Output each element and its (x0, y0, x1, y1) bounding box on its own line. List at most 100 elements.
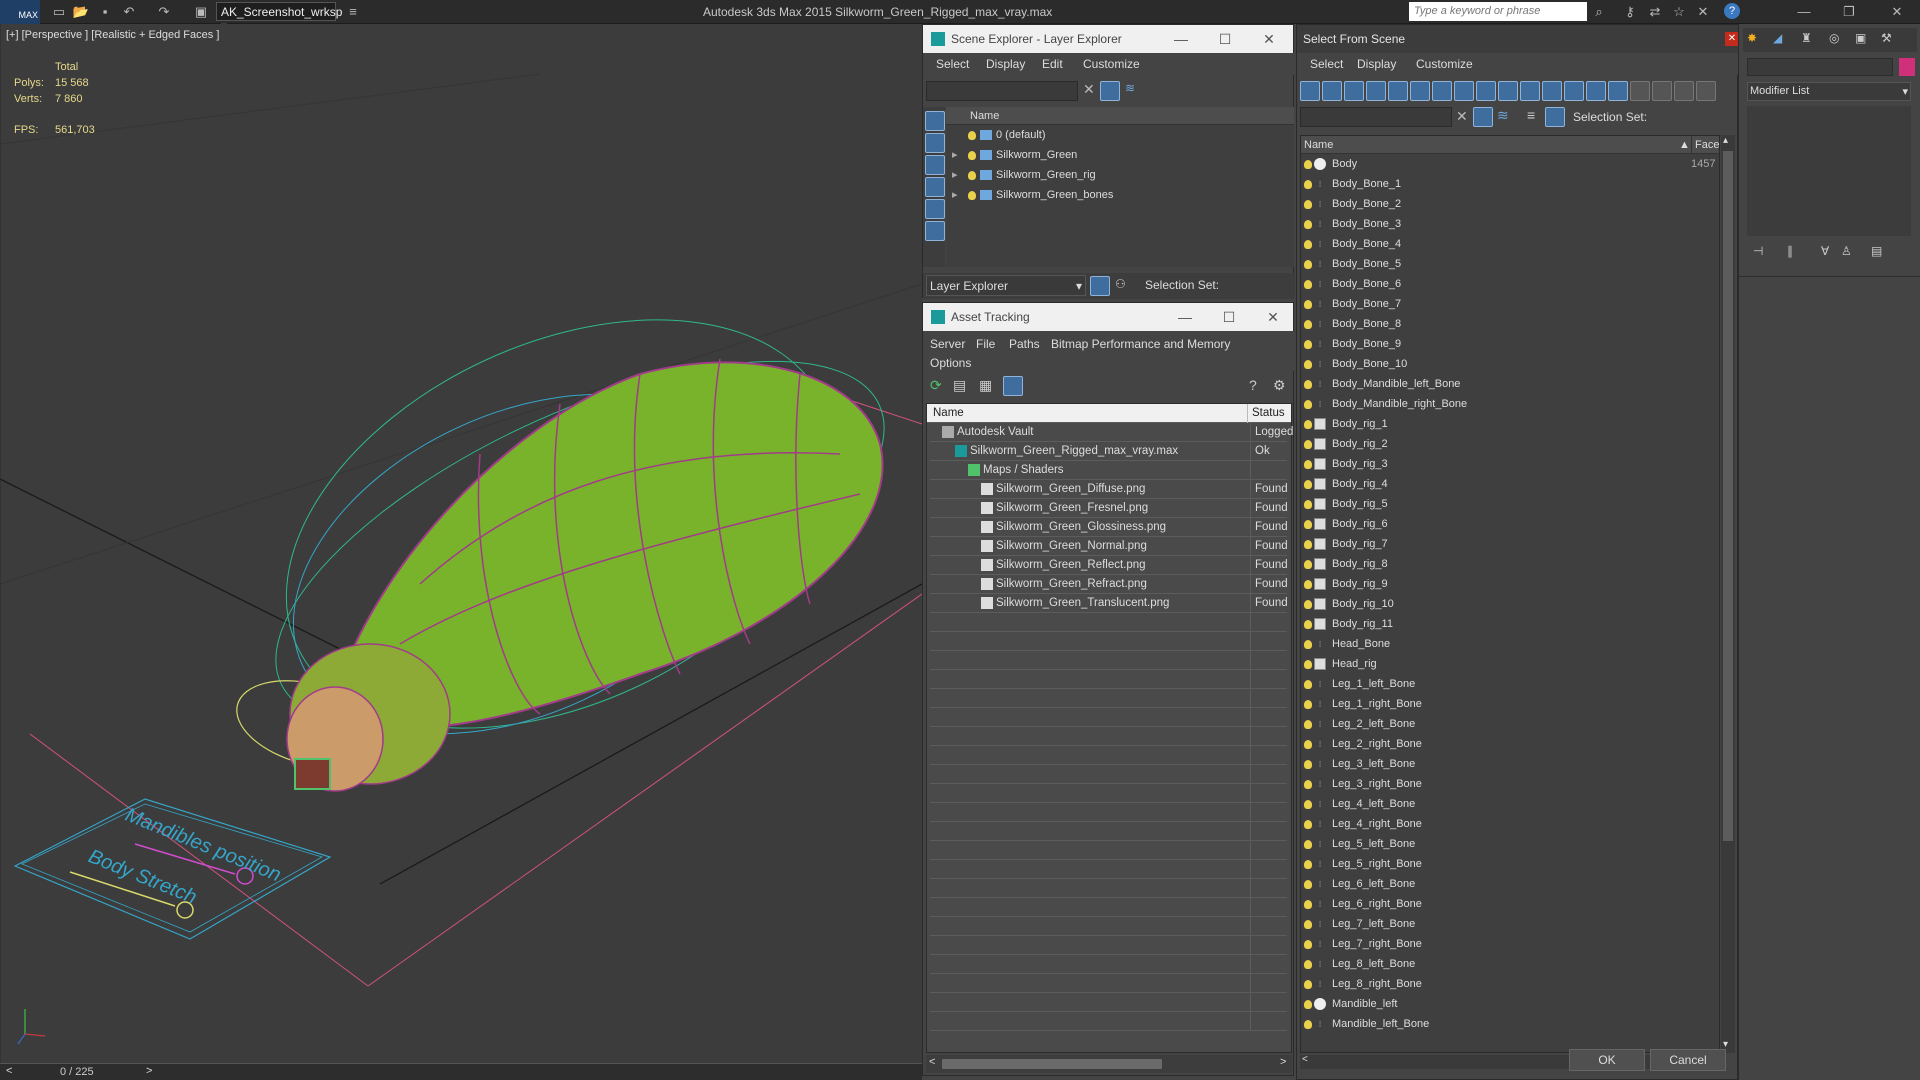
scene-object-row[interactable]: ⁝ Leg_4_right_Bone (1301, 814, 1719, 834)
scene-object-row[interactable]: ⁝ Body_Bone_6 (1301, 274, 1719, 294)
menu-server[interactable]: Server (930, 337, 965, 351)
asset-tracking-minimize-icon[interactable]: — (1163, 303, 1207, 331)
scene-object-row[interactable]: ⁝ Body_Bone_10 (1301, 354, 1719, 374)
undo-icon[interactable]: ↶ (120, 3, 138, 21)
menu-select[interactable]: Select (936, 57, 969, 71)
layer-tree-header[interactable]: Name (946, 107, 1294, 125)
visibility-bulb-icon[interactable] (1304, 159, 1312, 169)
visibility-bulb-icon[interactable] (1304, 719, 1312, 729)
filter-invert-icon[interactable] (1608, 81, 1628, 101)
visibility-bulb-icon[interactable] (1304, 259, 1312, 269)
scene-object-row[interactable]: Mandible_left (1301, 994, 1719, 1014)
scene-object-row[interactable]: ⁝ Body_Bone_8 (1301, 314, 1719, 334)
visibility-bulb-icon[interactable] (1304, 639, 1312, 649)
menu-bitmap-performance[interactable]: Bitmap Performance and Memory (1051, 337, 1230, 351)
asset-row[interactable]: Silkworm_Green_Normal.png Found (930, 537, 1288, 556)
display-none-icon[interactable] (925, 111, 945, 131)
display-cameras-icon[interactable] (925, 199, 945, 219)
display-helpers-icon[interactable] (925, 221, 945, 241)
visibility-bulb-icon[interactable] (1304, 799, 1312, 809)
visibility-bulb-icon[interactable] (968, 130, 976, 140)
utilities-tab-icon[interactable]: ⚒ (1881, 31, 1892, 45)
help-icon[interactable]: ? (1724, 3, 1740, 19)
filter-shapes-icon[interactable] (1322, 81, 1342, 101)
star-icon[interactable]: ☆ (1670, 3, 1688, 21)
display-shapes-icon[interactable] (925, 155, 945, 175)
expand-arrow-icon[interactable]: ▸ (952, 185, 966, 205)
visibility-bulb-icon[interactable] (1304, 219, 1312, 229)
search-input[interactable]: Type a keyword or phrase (1409, 2, 1587, 21)
scene-object-row[interactable]: ⁝ Body_Bone_1 (1301, 174, 1719, 194)
visibility-bulb-icon[interactable] (968, 190, 976, 200)
filter-filter-settings-icon[interactable] (1674, 81, 1694, 101)
sfs-col-name[interactable]: Name (1304, 136, 1333, 154)
scene-object-row[interactable]: Body_rig_7 (1301, 534, 1719, 554)
project-icon[interactable]: ▣ (192, 3, 210, 21)
asset-grid-scrollbar[interactable]: < > (926, 1055, 1292, 1073)
restore-icon[interactable]: ❐ (1840, 3, 1858, 21)
scrollbar-thumb[interactable] (942, 1059, 1162, 1069)
new-icon[interactable]: ▭ (50, 3, 68, 21)
sfs-scroll-left-icon[interactable]: < (1302, 1054, 1308, 1065)
scene-explorer-close-icon[interactable]: ✕ (1247, 25, 1291, 53)
asset-row[interactable]: Autodesk Vault Logged (930, 423, 1293, 442)
sfs-vertical-scrollbar[interactable]: ▴ ▾ (1721, 135, 1735, 1053)
asset-row[interactable]: Silkworm_Green_Translucent.png Found (930, 594, 1288, 613)
filter-lights-icon[interactable] (1344, 81, 1364, 101)
scene-object-row[interactable]: ⁝ Leg_6_right_Bone (1301, 894, 1719, 914)
scene-object-row[interactable]: ⁝ Leg_2_left_Bone (1301, 714, 1719, 734)
visibility-bulb-icon[interactable] (1304, 619, 1312, 629)
layer-row[interactable]: 0 (default) (946, 125, 1294, 145)
expand-arrow-icon[interactable]: ▸ (952, 165, 966, 185)
menu-paths[interactable]: Paths (1009, 337, 1040, 351)
filter-helpers-icon[interactable] (1388, 81, 1408, 101)
scene-object-row[interactable]: Body_rig_6 (1301, 514, 1719, 534)
modify-tab-icon[interactable]: ◢ (1773, 31, 1782, 45)
visibility-bulb-icon[interactable] (1304, 699, 1312, 709)
thumbnail-view-icon[interactable]: ▦ (979, 377, 992, 394)
visibility-bulb-icon[interactable] (1304, 179, 1312, 189)
scene-object-row[interactable]: Body 1457 (1301, 154, 1719, 174)
scene-object-row[interactable]: ⁝ Leg_6_left_Bone (1301, 874, 1719, 894)
pin-stack-icon[interactable]: ⊣ (1753, 244, 1763, 258)
visibility-bulb-icon[interactable] (1304, 659, 1312, 669)
visibility-bulb-icon[interactable] (1304, 479, 1312, 489)
scene-object-row[interactable]: ⁝ Leg_7_right_Bone (1301, 934, 1719, 954)
minimize-icon[interactable]: — (1795, 3, 1813, 21)
save-icon[interactable]: ▪ (96, 3, 114, 21)
scene-object-row[interactable]: Body_rig_3 (1301, 454, 1719, 474)
visibility-bulb-icon[interactable] (1304, 559, 1312, 569)
object-color-swatch[interactable] (1899, 58, 1915, 76)
asset-tracking-close-icon[interactable]: ✕ (1251, 303, 1295, 331)
asset-tracking-maximize-icon[interactable]: ☐ (1207, 303, 1251, 331)
asset-row[interactable]: Silkworm_Green_Diffuse.png Found (930, 480, 1288, 499)
menu-customize[interactable]: Customize (1083, 57, 1140, 71)
visibility-bulb-icon[interactable] (968, 150, 976, 160)
layer-row[interactable]: ▸ Silkworm_Green (946, 145, 1294, 165)
help-icon-asset[interactable]: ? (1249, 377, 1257, 393)
sfs-col-faces[interactable]: Faces (1691, 136, 1719, 154)
scene-object-row[interactable]: ⁝ Leg_3_left_Bone (1301, 754, 1719, 774)
visibility-bulb-icon[interactable] (1304, 779, 1312, 789)
asset-row[interactable]: Silkworm_Green_Glossiness.png Found (930, 518, 1288, 537)
scene-object-row[interactable]: Body_rig_2 (1301, 434, 1719, 454)
visibility-bulb-icon[interactable] (1304, 599, 1312, 609)
visibility-bulb-icon[interactable] (1304, 199, 1312, 209)
key-icon[interactable]: ⚷ (1621, 3, 1639, 21)
scene-object-row[interactable]: ⁝ Leg_8_right_Bone (1301, 974, 1719, 994)
visibility-bulb-icon[interactable] (1304, 739, 1312, 749)
modifier-stack[interactable] (1747, 106, 1911, 236)
layer-row[interactable]: ▸ Silkworm_Green_bones (946, 185, 1294, 205)
sfs-search-input[interactable] (1300, 107, 1452, 127)
visibility-bulb-icon[interactable] (1304, 519, 1312, 529)
visibility-bulb-icon[interactable] (1304, 679, 1312, 689)
scene-explorer-maximize-icon[interactable]: ☐ (1203, 25, 1247, 53)
sfs-menu-display[interactable]: Display (1357, 57, 1396, 71)
filter-collapse-icon[interactable] (1696, 81, 1716, 101)
scene-object-row[interactable]: ⁝ Body_Bone_7 (1301, 294, 1719, 314)
sfs-menu-customize[interactable]: Customize (1416, 57, 1473, 71)
list-view-icon[interactable]: ▤ (953, 377, 966, 394)
scene-explorer-minimize-icon[interactable]: — (1159, 25, 1203, 53)
motion-tab-icon[interactable]: ◎ (1829, 31, 1839, 45)
scene-object-row[interactable]: ⁝ Leg_1_left_Bone (1301, 674, 1719, 694)
